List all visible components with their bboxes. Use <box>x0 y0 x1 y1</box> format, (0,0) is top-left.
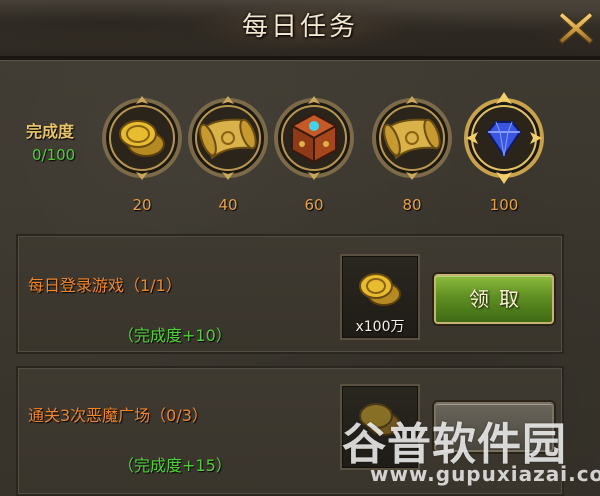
reward-item-slot[interactable] <box>340 384 420 470</box>
milestone-reward-40[interactable] <box>186 88 270 188</box>
scroll-icon <box>188 96 268 180</box>
claim-button-label: 领取 <box>469 287 529 311</box>
milestone-value-40: 40 <box>218 196 238 214</box>
scroll-icon <box>372 96 452 180</box>
window-title: 每日任务 <box>241 12 358 42</box>
task-name: 通关3次恶魔广场（0/3） <box>28 406 208 425</box>
gold-coins-icon <box>359 403 401 436</box>
claim-button[interactable]: 领取 <box>434 274 554 324</box>
milestone-value-100: 100 <box>489 196 519 214</box>
claim-button-disabled[interactable] <box>434 402 554 452</box>
task-reward: （完成度+10） <box>118 326 232 345</box>
milestone-reward-100[interactable] <box>462 88 546 188</box>
progress-label: 完成度 <box>26 122 75 141</box>
task-row: 每日登录游戏（1/1） （完成度+10） x100万 领取 <box>16 234 564 354</box>
progress-value: 0/100 <box>32 146 76 164</box>
task-name: 每日登录游戏（1/1） <box>28 276 182 295</box>
treasure-box-icon <box>274 96 354 180</box>
reward-item-slot[interactable]: x100万 <box>340 254 420 340</box>
gold-coins-icon <box>102 96 182 180</box>
blue-diamond-icon <box>464 92 544 184</box>
milestone-reward-60[interactable] <box>272 88 356 188</box>
close-icon[interactable] <box>556 8 596 48</box>
item-count: x100万 <box>355 319 405 335</box>
milestone-value-60: 60 <box>304 196 324 214</box>
milestone-reward-20[interactable] <box>100 88 184 188</box>
milestone-value-20: 20 <box>132 196 152 214</box>
milestone-reward-80[interactable] <box>370 88 454 188</box>
milestone-value-80: 80 <box>402 196 422 214</box>
task-reward: （完成度+15） <box>118 456 232 475</box>
gold-coins-icon <box>359 273 401 306</box>
task-row: 通关3次恶魔广场（0/3） （完成度+15） <box>16 366 564 496</box>
window-header: 每日任务 <box>0 0 600 58</box>
